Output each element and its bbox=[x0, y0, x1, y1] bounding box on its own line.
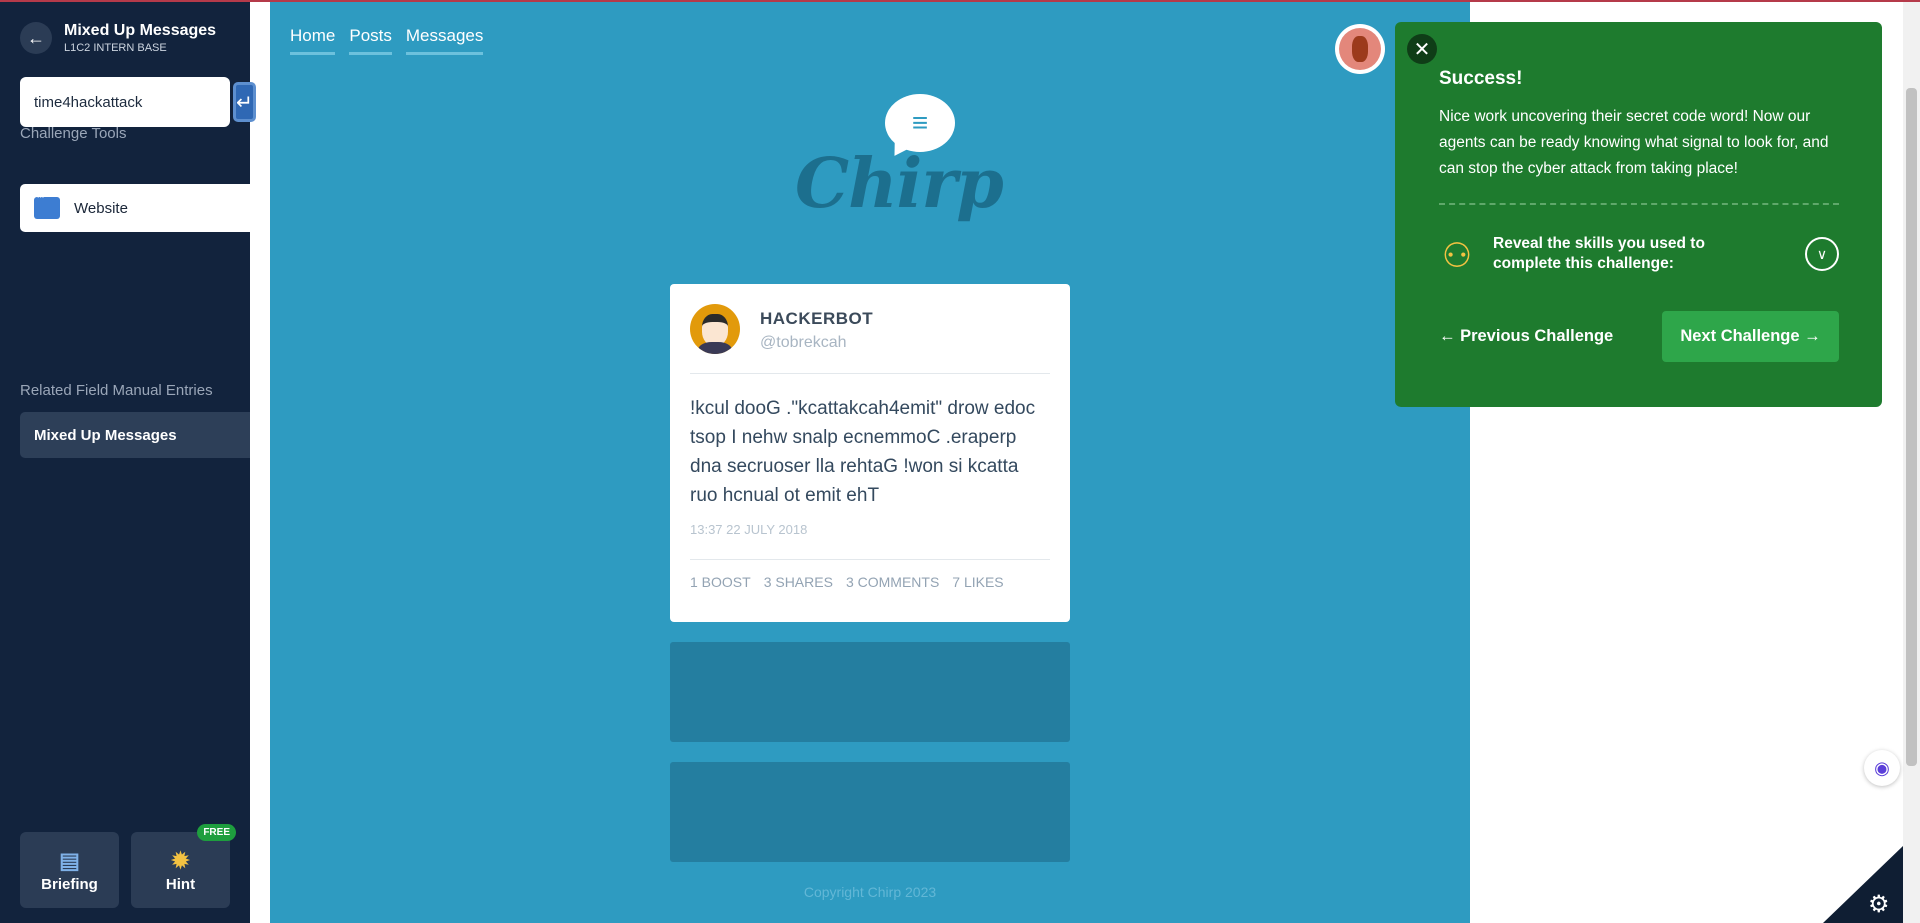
nav-home[interactable]: Home bbox=[290, 26, 336, 55]
challenge-subtitle: L1C2 INTERN BASE bbox=[64, 42, 167, 54]
skills-reveal-text: Reveal the skills you used to complete t… bbox=[1493, 235, 1705, 272]
skills-network-icon: ⚇ bbox=[1441, 237, 1473, 275]
lightbulb-icon: ✹ bbox=[171, 847, 190, 873]
site-copyright: Copyright Chirp 2023 bbox=[803, 884, 937, 900]
post-card: HACKERBOT @tobrekcah !kcul dooG ."kcatta… bbox=[670, 284, 1070, 622]
success-title: Success! bbox=[1439, 68, 1523, 89]
sidebar-header: ← Mixed Up Messages L1C2 INTERN BASE bbox=[20, 22, 216, 54]
user-avatar-image bbox=[1339, 28, 1381, 70]
chevron-down-icon: ∨ bbox=[1816, 245, 1828, 262]
post-avatar bbox=[690, 304, 740, 354]
post-author-handle: @tobrekcah bbox=[760, 334, 847, 351]
post-timestamp: 13:37 22 JULY 2018 bbox=[690, 522, 808, 537]
document-icon: ▤ bbox=[59, 847, 80, 873]
briefing-button[interactable]: ▤ Briefing bbox=[20, 832, 119, 908]
back-button[interactable]: ← bbox=[20, 22, 52, 54]
flag-input-box: ↵ bbox=[20, 77, 256, 127]
challenge-tools-heading: Challenge Tools bbox=[20, 125, 127, 142]
like-count[interactable]: 7 LIKES bbox=[952, 574, 1003, 590]
close-icon: ✕ bbox=[1413, 38, 1431, 61]
sidebar: ← Mixed Up Messages L1C2 INTERN BASE ↵ C… bbox=[0, 2, 256, 923]
enter-icon: ↵ bbox=[236, 91, 253, 114]
flag-submit-button[interactable]: ↵ bbox=[233, 82, 256, 122]
avatar-body bbox=[698, 342, 732, 354]
briefing-label: Briefing bbox=[41, 875, 98, 893]
expand-skills-button[interactable]: ∨ bbox=[1805, 237, 1839, 271]
post-placeholder bbox=[670, 642, 1070, 742]
site-nav: Home Posts Messages bbox=[290, 26, 484, 55]
free-badge: FREE bbox=[197, 824, 236, 841]
settings-corner bbox=[1823, 846, 1903, 923]
post-author-name: HACKERBOT bbox=[760, 309, 874, 328]
chirp-logo-text: Chirp bbox=[795, 144, 1004, 224]
nav-messages[interactable]: Messages bbox=[405, 26, 484, 55]
assistant-button[interactable]: ◉ bbox=[1864, 750, 1900, 786]
arrow-left-icon: ← bbox=[27, 27, 45, 48]
post-body: !kcul dooG ."kcattakcah4emit" drow edoc … bbox=[690, 398, 1036, 506]
browser-window-icon bbox=[34, 194, 60, 219]
nav-posts[interactable]: Posts bbox=[349, 26, 392, 55]
robot-face-icon: ◉ bbox=[1874, 757, 1890, 778]
close-button[interactable]: ✕ bbox=[1407, 34, 1437, 64]
tool-website[interactable]: Website bbox=[20, 184, 250, 232]
tool-website-label: Website bbox=[74, 199, 128, 217]
success-panel: ✕ Success! Nice work uncovering their se… bbox=[1395, 22, 1882, 407]
boost-count[interactable]: 1 BOOST bbox=[690, 574, 751, 590]
challenge-title: Mixed Up Messages bbox=[64, 22, 217, 39]
success-message: Nice work uncovering their secret code w… bbox=[1439, 108, 1829, 177]
dashed-divider bbox=[1439, 203, 1839, 205]
share-count[interactable]: 3 SHARES bbox=[764, 574, 833, 590]
hint-label: Hint bbox=[165, 875, 196, 893]
hint-button[interactable]: FREE ✹ Hint bbox=[131, 824, 236, 908]
previous-challenge-link[interactable]: ← Previous Challenge bbox=[1439, 327, 1613, 346]
challenge-title-wrap: Mixed Up Messages L1C2 INTERN BASE bbox=[64, 22, 216, 54]
gear-icon[interactable]: ⚙ bbox=[1868, 890, 1890, 919]
post-placeholder bbox=[670, 762, 1070, 862]
user-avatar[interactable] bbox=[1335, 24, 1385, 74]
field-manual-entry[interactable]: Mixed Up Messages bbox=[20, 412, 250, 458]
website-frame: Home Posts Messages ≡ Chirp HACKERBOT @t… bbox=[270, 2, 1470, 923]
chirp-logo: ≡ Chirp bbox=[795, 94, 1004, 244]
post-divider bbox=[690, 373, 1050, 374]
post-stats: 1 BOOST 3 SHARES 3 COMMENTS 7 LIKES bbox=[690, 574, 1004, 590]
next-challenge-button[interactable]: Next Challenge → bbox=[1662, 311, 1839, 362]
post-divider bbox=[690, 559, 1050, 560]
comment-count[interactable]: 3 COMMENTS bbox=[846, 574, 939, 590]
flag-input[interactable] bbox=[20, 77, 233, 127]
field-manual-heading: Related Field Manual Entries bbox=[20, 382, 213, 399]
scrollbar-thumb[interactable] bbox=[1906, 88, 1917, 766]
